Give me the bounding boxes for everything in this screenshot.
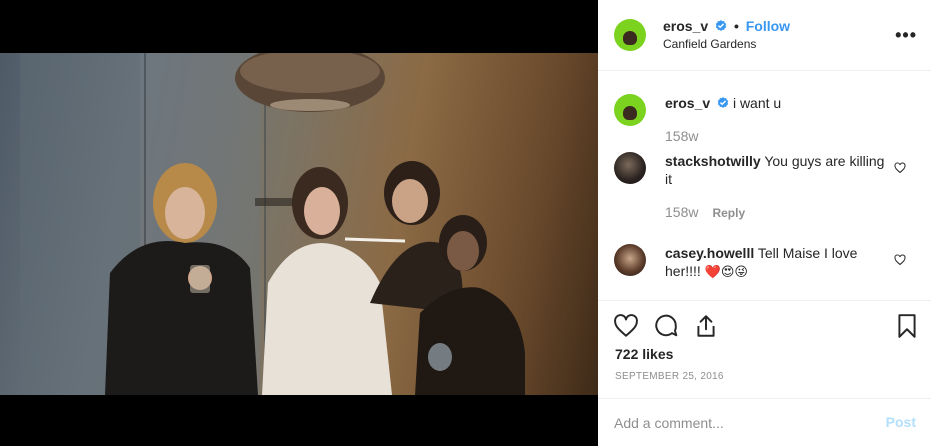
post-comment-button[interactable]: Post <box>886 414 916 430</box>
author-avatar[interactable] <box>614 19 646 51</box>
post-photo[interactable] <box>0 53 598 395</box>
post-header: eros_v • Follow Canfield Gardens ••• <box>598 0 931 71</box>
likes-count[interactable]: 722 likes <box>615 346 673 362</box>
comment-username[interactable]: casey.howelll <box>665 245 754 261</box>
photo-scene <box>20 53 525 395</box>
commenter-avatar[interactable] <box>614 244 646 276</box>
comments-list: eros_v i want u 158w stackshotwilly You … <box>598 72 931 300</box>
verified-badge-icon <box>715 20 727 31</box>
separator-dot: • <box>733 18 739 34</box>
commenter-avatar[interactable] <box>614 152 646 184</box>
post-sidebar: eros_v • Follow Canfield Gardens ••• ero… <box>598 0 931 446</box>
comment-like-heart-icon[interactable] <box>894 162 906 174</box>
comment-meta: 158w Reply <box>665 204 745 220</box>
comment-composer: Post <box>598 398 931 446</box>
caption-timestamp[interactable]: 158w <box>665 128 698 144</box>
author-username[interactable]: eros_v <box>663 18 708 34</box>
share-icon[interactable] <box>693 313 719 339</box>
comment-input[interactable] <box>614 411 864 435</box>
caption-text: i want u <box>732 95 782 111</box>
follow-button[interactable]: Follow <box>746 18 790 34</box>
caption-username[interactable]: eros_v <box>665 95 710 111</box>
comment-text-row: casey.howelll Tell Maise I love her!!!! … <box>665 244 885 282</box>
comment-username[interactable]: stackshotwilly <box>665 153 761 169</box>
comment-emojis: ❤️😍😜 <box>704 265 748 280</box>
caption-avatar[interactable] <box>614 94 646 126</box>
post-location[interactable]: Canfield Gardens <box>663 37 756 51</box>
post-date[interactable]: SEPTEMBER 25, 2016 <box>615 371 724 382</box>
caption-text-row: eros_v i want u <box>665 94 885 112</box>
comment-text-row: stackshotwilly You guys are killing it <box>665 152 885 188</box>
heart-icon[interactable] <box>613 313 639 339</box>
post-actions: 722 likes SEPTEMBER 25, 2016 <box>598 300 931 397</box>
comment-timestamp[interactable]: 158w <box>665 204 698 220</box>
more-options-icon[interactable]: ••• <box>895 26 917 44</box>
verified-badge-icon <box>717 97 729 108</box>
comment-icon[interactable] <box>653 313 679 339</box>
comment-like-heart-icon[interactable] <box>894 254 906 266</box>
header-title-row: eros_v • Follow <box>663 18 790 34</box>
reply-button[interactable]: Reply <box>712 206 745 220</box>
bookmark-icon[interactable] <box>894 313 920 339</box>
post-media <box>0 0 598 446</box>
